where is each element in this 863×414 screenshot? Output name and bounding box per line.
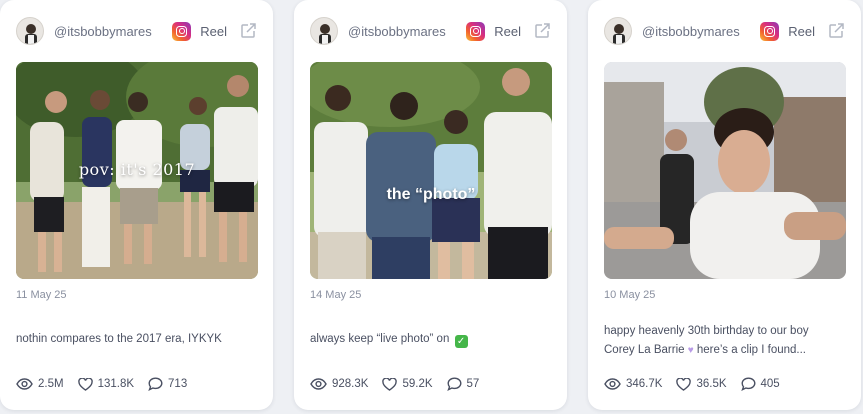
post-date: 10 May 25 xyxy=(604,289,656,301)
engagement-stats: 2.5M 131.8K 713 xyxy=(16,377,201,391)
card-header: @itsbobbymares Reel xyxy=(310,16,551,46)
views-stat: 346.7K xyxy=(604,378,662,390)
post-thumbnail[interactable]: the “photo” xyxy=(310,62,552,279)
post-type-label: Reel xyxy=(200,23,227,39)
instagram-icon xyxy=(760,21,780,41)
views-stat: 928.3K xyxy=(310,378,368,390)
post-caption: always keep “live photo” on ✓ xyxy=(310,330,551,349)
video-overlay-text: the “photo” xyxy=(386,186,476,203)
comments-stat: 713 xyxy=(148,377,187,391)
likes-count: 59.2K xyxy=(402,378,433,390)
eye-icon xyxy=(310,378,327,390)
account-handle[interactable]: @itsbobbymares xyxy=(54,24,172,39)
external-link-icon[interactable] xyxy=(239,22,257,40)
check-mark-emoji-icon: ✓ xyxy=(454,335,468,348)
post-card[interactable]: @itsbobbymares Reel xyxy=(0,0,273,410)
account-handle[interactable]: @itsbobbymares xyxy=(348,24,466,39)
post-thumbnail[interactable] xyxy=(604,62,846,279)
likes-stat: 59.2K xyxy=(382,377,433,391)
post-caption-text: always keep “live photo” on xyxy=(310,333,450,345)
likes-stat: 36.5K xyxy=(676,377,727,391)
caption-continued: here’s a clip I found... xyxy=(696,344,806,356)
comments-count: 57 xyxy=(466,378,480,390)
external-link-icon[interactable] xyxy=(827,22,845,40)
post-caption-line: happy heavenly 30th birthday to our boy xyxy=(604,325,809,337)
views-count: 928.3K xyxy=(332,378,369,390)
account-handle[interactable]: @itsbobbymares xyxy=(642,24,760,39)
views-stat: 2.5M xyxy=(16,378,64,390)
post-type-label: Reel xyxy=(788,23,815,39)
post-caption-line: Corey La Barrie ♥ here’s a clip I found.… xyxy=(604,341,845,360)
comments-stat: 57 xyxy=(446,377,480,391)
avatar[interactable] xyxy=(604,17,632,45)
likes-stat: 131.8K xyxy=(77,377,135,391)
likes-count: 131.8K xyxy=(97,378,135,390)
comment-bubble-icon xyxy=(148,377,163,391)
instagram-icon xyxy=(172,21,192,41)
post-card[interactable]: @itsbobbymares Reel xyxy=(294,0,567,410)
post-caption: nothin compares to the 2017 era, IYKYK xyxy=(16,333,222,345)
video-overlay-text: pov: it's 2017 xyxy=(78,160,196,179)
post-thumbnail[interactable]: pov: it's 2017 xyxy=(16,62,258,279)
comments-count: 405 xyxy=(760,378,780,390)
views-count: 2.5M xyxy=(38,378,64,390)
instagram-icon xyxy=(466,21,486,41)
caption-mention: Corey La Barrie xyxy=(604,344,685,356)
post-card[interactable]: @itsbobbymares Reel xyxy=(588,0,861,410)
engagement-stats: 346.7K 36.5K 405 xyxy=(604,377,794,391)
purple-heart-emoji-icon: ♥ xyxy=(687,345,694,356)
card-header: @itsbobbymares Reel xyxy=(16,16,257,46)
post-caption: happy heavenly 30th birthday to our boy … xyxy=(604,322,845,360)
heart-icon xyxy=(382,377,398,391)
avatar[interactable] xyxy=(16,17,44,45)
post-date: 14 May 25 xyxy=(310,289,362,301)
comment-bubble-icon xyxy=(740,377,756,391)
eye-icon xyxy=(604,378,621,390)
likes-count: 36.5K xyxy=(696,378,727,390)
card-header: @itsbobbymares Reel xyxy=(604,16,845,46)
post-date: 11 May 25 xyxy=(16,289,67,301)
comments-count: 713 xyxy=(168,378,188,390)
heart-icon xyxy=(676,377,692,391)
heart-icon xyxy=(77,377,93,391)
post-type-label: Reel xyxy=(494,23,521,39)
external-link-icon[interactable] xyxy=(533,22,551,40)
comments-stat: 405 xyxy=(740,377,780,391)
views-count: 346.7K xyxy=(626,378,663,390)
avatar[interactable] xyxy=(310,17,338,45)
engagement-stats: 928.3K 59.2K 57 xyxy=(310,377,493,391)
comment-bubble-icon xyxy=(446,377,462,391)
eye-icon xyxy=(16,378,33,390)
